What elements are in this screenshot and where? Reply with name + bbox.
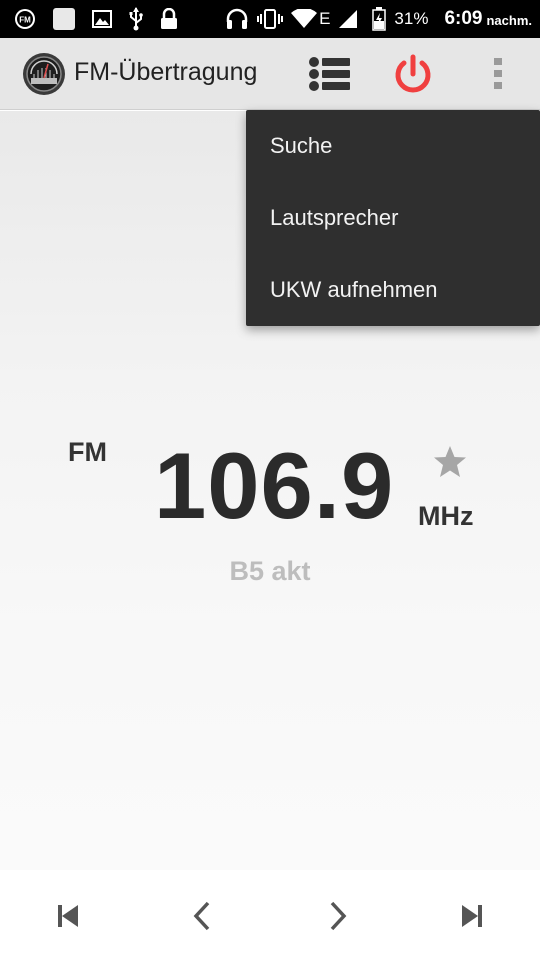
- gallery-icon: [92, 9, 112, 29]
- status-left: FM: [14, 7, 178, 31]
- svg-text:FM: FM: [19, 16, 31, 25]
- wifi-icon: [291, 9, 318, 29]
- battery-percent: 31%: [394, 9, 429, 28]
- station-list-icon[interactable]: [308, 56, 354, 92]
- overflow-menu-icon[interactable]: [488, 54, 508, 94]
- network-type: E: [319, 9, 331, 28]
- fm-notification-icon: FM: [14, 8, 36, 30]
- clock-suffix: nachm.: [486, 13, 532, 28]
- status-bar: FM E 31% 6:09 nachm.: [0, 0, 540, 38]
- station-name: B5 akt: [229, 556, 311, 586]
- step-up-icon[interactable]: [322, 900, 354, 932]
- battery-icon: [372, 7, 387, 31]
- app-title: FM-Übertragung: [74, 58, 258, 86]
- bottom-controls: [0, 870, 540, 960]
- seek-prev-icon[interactable]: [52, 900, 84, 932]
- menu-item-speaker[interactable]: Lautsprecher: [246, 182, 540, 254]
- square-notification-icon: [52, 7, 76, 31]
- headset-icon: [225, 7, 249, 31]
- favorite-star-icon[interactable]: [432, 445, 468, 479]
- frequency-unit: MHz: [418, 501, 474, 531]
- lock-icon: [160, 8, 178, 30]
- overflow-menu: Suche Lautsprecher UKW aufnehmen: [246, 110, 540, 326]
- band-label: FM: [68, 437, 107, 467]
- signal-icon: [338, 9, 358, 29]
- power-icon[interactable]: [392, 54, 434, 96]
- status-right: E 31% 6:09 nachm.: [225, 7, 532, 31]
- vibrate-icon: [257, 8, 284, 30]
- menu-item-search[interactable]: Suche: [246, 110, 540, 182]
- clock-time: 6:09: [444, 8, 483, 29]
- step-down-icon[interactable]: [186, 900, 218, 932]
- seek-next-icon[interactable]: [456, 900, 488, 932]
- usb-icon: [128, 7, 144, 31]
- app-bar: FM-Übertragung: [0, 38, 540, 110]
- radio-logo-icon[interactable]: [22, 52, 66, 96]
- frequency-value: 106.9: [154, 433, 395, 538]
- menu-item-record-fm[interactable]: UKW aufnehmen: [246, 254, 540, 326]
